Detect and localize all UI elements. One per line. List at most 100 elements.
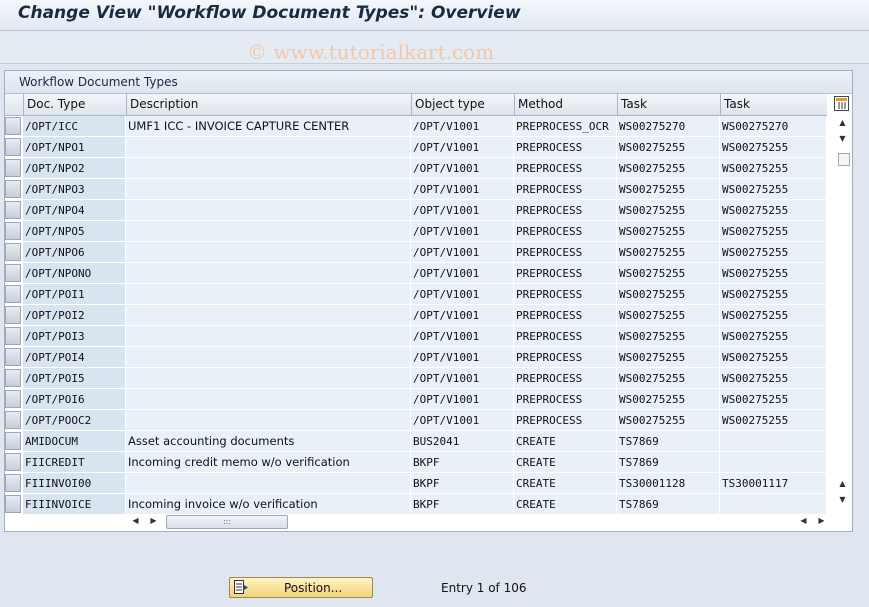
- cell-task-2[interactable]: WS00275255: [720, 305, 827, 326]
- cell-object-type[interactable]: /OPT/V1001: [411, 221, 514, 242]
- cell-method[interactable]: CREATE: [514, 452, 617, 473]
- row-selector[interactable]: [5, 159, 21, 177]
- scroll-right-end-icon[interactable]: ▶: [813, 514, 830, 528]
- cell-description[interactable]: [126, 263, 411, 284]
- cell-object-type[interactable]: /OPT/V1001: [411, 410, 514, 431]
- cell-method[interactable]: PREPROCESS: [514, 221, 617, 242]
- cell-method[interactable]: PREPROCESS_OCR: [514, 116, 617, 137]
- cell-task-1[interactable]: WS00275270: [617, 116, 720, 137]
- scroll-right-icon[interactable]: ▶: [145, 514, 162, 528]
- cell-description[interactable]: [126, 137, 411, 158]
- column-header-object-type[interactable]: Object type: [411, 94, 514, 115]
- scroll-up-bottom-icon[interactable]: ▲: [834, 477, 851, 491]
- cell-task-1[interactable]: WS00275255: [617, 305, 720, 326]
- cell-description[interactable]: [126, 242, 411, 263]
- cell-task-1[interactable]: WS00275255: [617, 284, 720, 305]
- cell-method[interactable]: PREPROCESS: [514, 326, 617, 347]
- cell-task-2[interactable]: WS00275255: [720, 326, 827, 347]
- row-selector[interactable]: [5, 117, 21, 135]
- row-selector[interactable]: [5, 201, 21, 219]
- cell-method[interactable]: CREATE: [514, 473, 617, 494]
- cell-task-2[interactable]: [720, 431, 827, 452]
- column-header-doc-type[interactable]: Doc. Type: [23, 94, 126, 115]
- cell-task-2[interactable]: WS00275255: [720, 221, 827, 242]
- cell-method[interactable]: PREPROCESS: [514, 263, 617, 284]
- cell-task-1[interactable]: TS7869: [617, 431, 720, 452]
- cell-object-type[interactable]: /OPT/V1001: [411, 179, 514, 200]
- cell-object-type[interactable]: BKPF: [411, 473, 514, 494]
- cell-task-1[interactable]: WS00275255: [617, 179, 720, 200]
- cell-description[interactable]: Incoming credit memo w/o verification: [126, 452, 411, 473]
- cell-object-type[interactable]: /OPT/V1001: [411, 137, 514, 158]
- cell-task-2[interactable]: WS00275255: [720, 200, 827, 221]
- cell-task-2[interactable]: WS00275255: [720, 158, 827, 179]
- row-selector[interactable]: [5, 411, 21, 429]
- cell-task-2[interactable]: WS00275255: [720, 389, 827, 410]
- cell-description[interactable]: [126, 200, 411, 221]
- row-selector[interactable]: [5, 369, 21, 387]
- scroll-left-icon[interactable]: ◀: [127, 514, 144, 528]
- horizontal-scroll-thumb[interactable]: :::: [166, 515, 288, 529]
- cell-method[interactable]: PREPROCESS: [514, 137, 617, 158]
- scroll-down-bottom-icon[interactable]: ▼: [834, 493, 851, 507]
- cell-task-1[interactable]: WS00275255: [617, 368, 720, 389]
- cell-task-2[interactable]: WS00275255: [720, 284, 827, 305]
- row-selector[interactable]: [5, 222, 21, 240]
- row-selector[interactable]: [5, 306, 21, 324]
- cell-task-2[interactable]: WS00275255: [720, 242, 827, 263]
- cell-description[interactable]: [126, 305, 411, 326]
- scroll-thumb[interactable]: [838, 153, 850, 166]
- row-selector[interactable]: [5, 348, 21, 366]
- column-header-description[interactable]: Description: [126, 94, 411, 115]
- cell-task-1[interactable]: TS7869: [617, 452, 720, 473]
- cell-task-2[interactable]: WS00275255: [720, 410, 827, 431]
- cell-description[interactable]: [126, 326, 411, 347]
- table-settings-icon[interactable]: [834, 96, 849, 111]
- cell-object-type[interactable]: /OPT/V1001: [411, 263, 514, 284]
- cell-description[interactable]: [126, 284, 411, 305]
- vertical-scrollbar[interactable]: ▲ ▼ ▲ ▼: [834, 116, 851, 511]
- cell-object-type[interactable]: /OPT/V1001: [411, 284, 514, 305]
- row-selector[interactable]: [5, 327, 21, 345]
- column-header-task-1[interactable]: Task: [617, 94, 720, 115]
- cell-object-type[interactable]: /OPT/V1001: [411, 326, 514, 347]
- row-selector[interactable]: [5, 285, 21, 303]
- column-header-method[interactable]: Method: [514, 94, 617, 115]
- cell-task-1[interactable]: WS00275255: [617, 347, 720, 368]
- cell-task-1[interactable]: WS00275255: [617, 263, 720, 284]
- cell-method[interactable]: PREPROCESS: [514, 200, 617, 221]
- cell-task-1[interactable]: WS00275255: [617, 200, 720, 221]
- cell-method[interactable]: PREPROCESS: [514, 305, 617, 326]
- cell-description[interactable]: [126, 410, 411, 431]
- cell-task-2[interactable]: WS00275270: [720, 116, 827, 137]
- cell-description[interactable]: [126, 368, 411, 389]
- row-selector[interactable]: [5, 495, 21, 513]
- cell-object-type[interactable]: /OPT/V1001: [411, 368, 514, 389]
- cell-task-1[interactable]: WS00275255: [617, 158, 720, 179]
- cell-object-type[interactable]: /OPT/V1001: [411, 389, 514, 410]
- cell-task-1[interactable]: WS00275255: [617, 221, 720, 242]
- cell-task-2[interactable]: WS00275255: [720, 137, 827, 158]
- row-selector[interactable]: [5, 243, 21, 261]
- cell-object-type[interactable]: BUS2041: [411, 431, 514, 452]
- scroll-up-icon[interactable]: ▲: [834, 116, 851, 130]
- cell-method[interactable]: PREPROCESS: [514, 158, 617, 179]
- row-selector[interactable]: [5, 390, 21, 408]
- cell-task-1[interactable]: TS30001128: [617, 473, 720, 494]
- cell-task-2[interactable]: WS00275255: [720, 347, 827, 368]
- horizontal-scrollbar[interactable]: ◀ ▶ ::: ◀ ▶: [5, 512, 851, 530]
- scroll-down-icon[interactable]: ▼: [834, 132, 851, 146]
- cell-object-type[interactable]: /OPT/V1001: [411, 347, 514, 368]
- cell-description[interactable]: [126, 221, 411, 242]
- cell-description[interactable]: [126, 389, 411, 410]
- cell-method[interactable]: PREPROCESS: [514, 179, 617, 200]
- cell-task-1[interactable]: WS00275255: [617, 326, 720, 347]
- row-selector[interactable]: [5, 453, 21, 471]
- row-selector[interactable]: [5, 138, 21, 156]
- cell-object-type[interactable]: /OPT/V1001: [411, 158, 514, 179]
- cell-task-1[interactable]: WS00275255: [617, 137, 720, 158]
- cell-description[interactable]: UMF1 ICC - INVOICE CAPTURE CENTER: [126, 116, 411, 137]
- cell-object-type[interactable]: /OPT/V1001: [411, 305, 514, 326]
- cell-object-type[interactable]: /OPT/V1001: [411, 242, 514, 263]
- cell-task-2[interactable]: WS00275255: [720, 179, 827, 200]
